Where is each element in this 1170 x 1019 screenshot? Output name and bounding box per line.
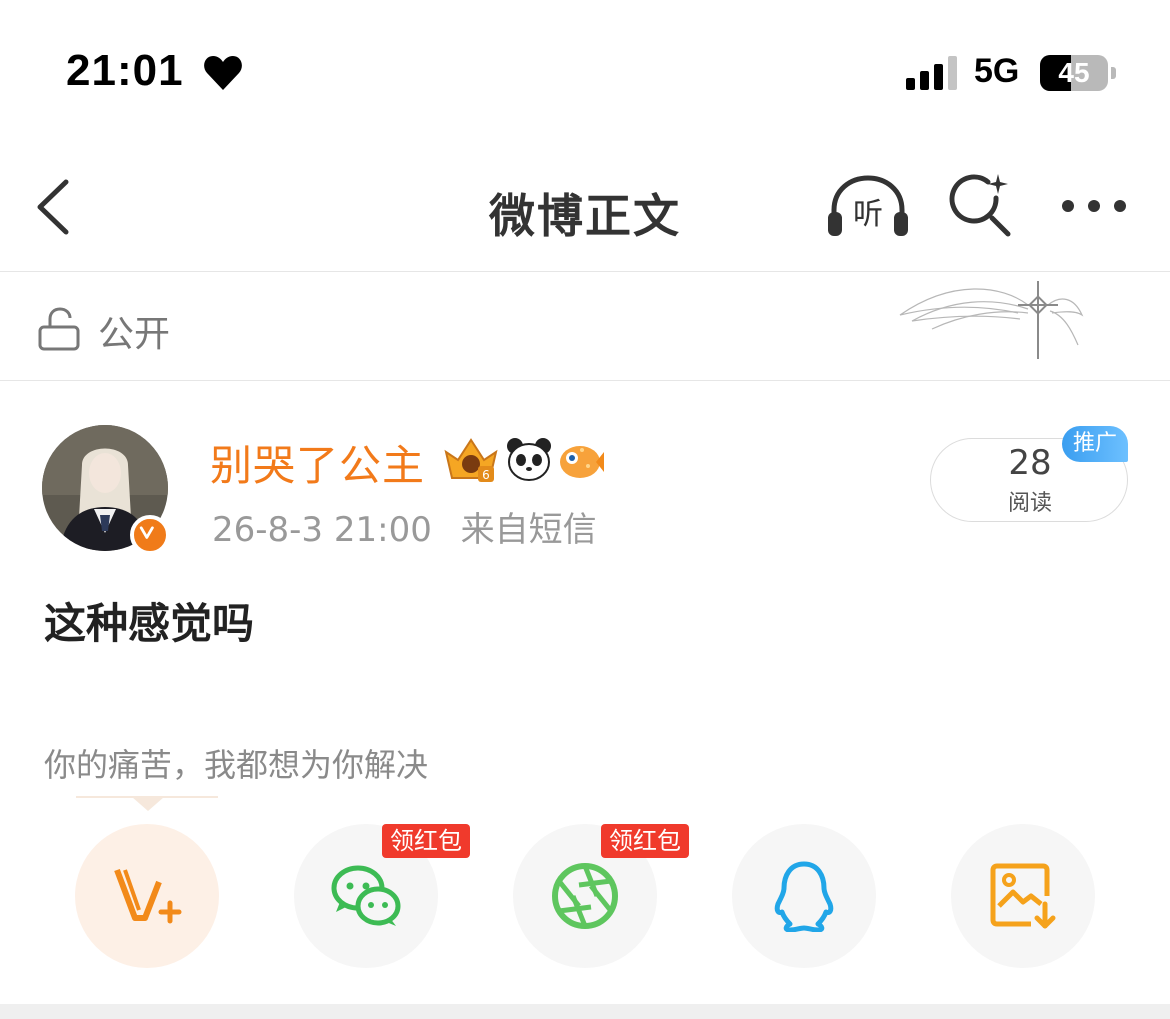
post-date: 26-8-3 21:00 [212, 510, 432, 550]
heart-icon [204, 56, 242, 90]
share-qq-button[interactable] [732, 824, 876, 968]
search-icon[interactable] [946, 172, 1014, 240]
fish-badge-icon[interactable] [556, 436, 604, 484]
battery-indicator: 45 [1040, 55, 1118, 91]
listen-label: 听 [853, 197, 883, 232]
visibility-bar[interactable]: 公开 [0, 273, 1170, 381]
share-prompt: 你的痛苦，我都想为你解决 [44, 746, 429, 784]
listen-headphone-icon[interactable]: 听 [826, 174, 910, 238]
wechat-icon [331, 865, 401, 926]
save-image-icon [990, 863, 1056, 929]
network-type: 5G [974, 52, 1020, 90]
share-pointer-tip [132, 797, 164, 811]
read-label: 阅读 [1007, 491, 1052, 516]
vplus-icon [114, 868, 182, 924]
post-body-text: 这种感觉吗 [44, 599, 255, 648]
username[interactable]: 别哭了公主 [210, 432, 425, 493]
visibility-label: 公开 [98, 314, 171, 355]
status-time: 21:01 [66, 46, 184, 95]
more-options-icon[interactable] [1058, 194, 1130, 218]
svg-text:6: 6 [482, 468, 490, 482]
red-packet-tag[interactable]: 领红包 [382, 824, 470, 858]
signal-icon [906, 56, 957, 90]
unlock-icon [38, 307, 80, 351]
panda-badge-icon[interactable] [505, 436, 553, 484]
red-packet-tag[interactable]: 领红包 [601, 824, 689, 858]
share-vplus-button[interactable] [75, 824, 219, 968]
bottom-divider [0, 1004, 1170, 1019]
promote-tag[interactable]: 推广 [1062, 426, 1128, 462]
verified-badge-icon [130, 515, 170, 555]
status-bar: 21:01 5G 45 [0, 0, 1170, 140]
save-image-button[interactable] [951, 824, 1095, 968]
moments-icon [552, 863, 618, 929]
battery-percent: 45 [1058, 57, 1090, 88]
qq-icon [774, 861, 834, 932]
nav-bar: 微博正文 听 [0, 140, 1170, 272]
crown-level-badge-icon[interactable]: 6 [442, 434, 500, 486]
post-source: 来自短信 [460, 510, 597, 550]
wing-cross-decoration [899, 281, 1084, 359]
post-meta: 26-8-3 21:00 来自短信 [212, 502, 615, 551]
weibo-post-page: 21:01 5G 45 微博正文 听 公开 别哭了公主 6 26-8-3 21:… [0, 0, 1170, 1019]
